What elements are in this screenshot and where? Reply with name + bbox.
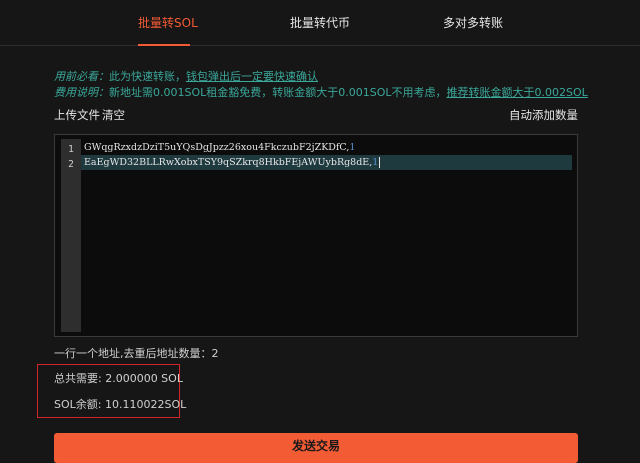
tab-bar: 批量转SOL 批量转代币 多对多转账 [0,0,640,46]
clear-button[interactable]: 清空 [102,107,125,123]
line-number: 1 [68,144,74,155]
total-needed: 总共需要: 2.000000 SOL [54,372,183,385]
fee-text: 新地址需0.001SOL租金豁免费，转账金额大于0.001SOL不用考虑， [109,86,447,99]
line-number-gutter: 1 2 [61,139,81,332]
fee-link[interactable]: 推荐转账金额大于0.002SOL [447,86,588,99]
fee-notice: 费用说明：新地址需0.001SOL租金豁免费，转账金额大于0.001SOL不用考… [54,84,588,100]
address-editor[interactable]: 1 2 GWqgRzxdzDziT5uYQsDgJpzz26xou4Fkczub… [54,134,578,337]
active-tab-indicator [138,44,190,46]
editor-line-address: EaEgWD32BLLRwXobxTSY9qSZkrq8HkbFEjAWUybR… [84,157,373,168]
auto-add-amount-button[interactable]: 自动添加数量 [509,107,578,123]
tab-batch-sol[interactable]: 批量转SOL [138,14,198,31]
editor-line-address: GWqgRzxdzDziT5uYQsDgJpzz26xou4FkczubF2jZ… [84,142,350,153]
send-transaction-button[interactable]: 发送交易 [54,433,578,463]
editor-toolbar: 上传文件 清空 自动添加数量 [54,107,578,125]
editor-line-active[interactable]: EaEgWD32BLLRwXobxTSY9qSZkrq8HkbFEjAWUybR… [81,155,572,170]
must-read-notice: 用前必看：此为快速转账，钱包弹出后一定要快速确认 [54,68,318,84]
line-number: 2 [68,159,74,170]
must-read-text: 此为快速转账， [109,70,186,83]
tab-batch-token[interactable]: 批量转代币 [290,14,350,31]
sol-balance: SOL余额: 10.110022SOL [54,398,187,411]
address-count: 一行一个地址,去重后地址数量：2 [54,347,219,360]
upload-file-button[interactable]: 上传文件 [54,107,100,123]
tab-many-to-many[interactable]: 多对多转账 [443,14,503,31]
editor-line-amount: 1 [349,142,356,153]
editor-line[interactable]: GWqgRzxdzDziT5uYQsDgJpzz26xou4FkczubF2jZ… [81,140,572,155]
must-read-label: 用前必看： [54,70,109,83]
editor-line-amount: 1 [372,157,379,168]
must-read-link[interactable]: 钱包弹出后一定要快速确认 [186,70,318,83]
text-caret [379,157,381,168]
fee-label: 费用说明： [54,86,109,99]
